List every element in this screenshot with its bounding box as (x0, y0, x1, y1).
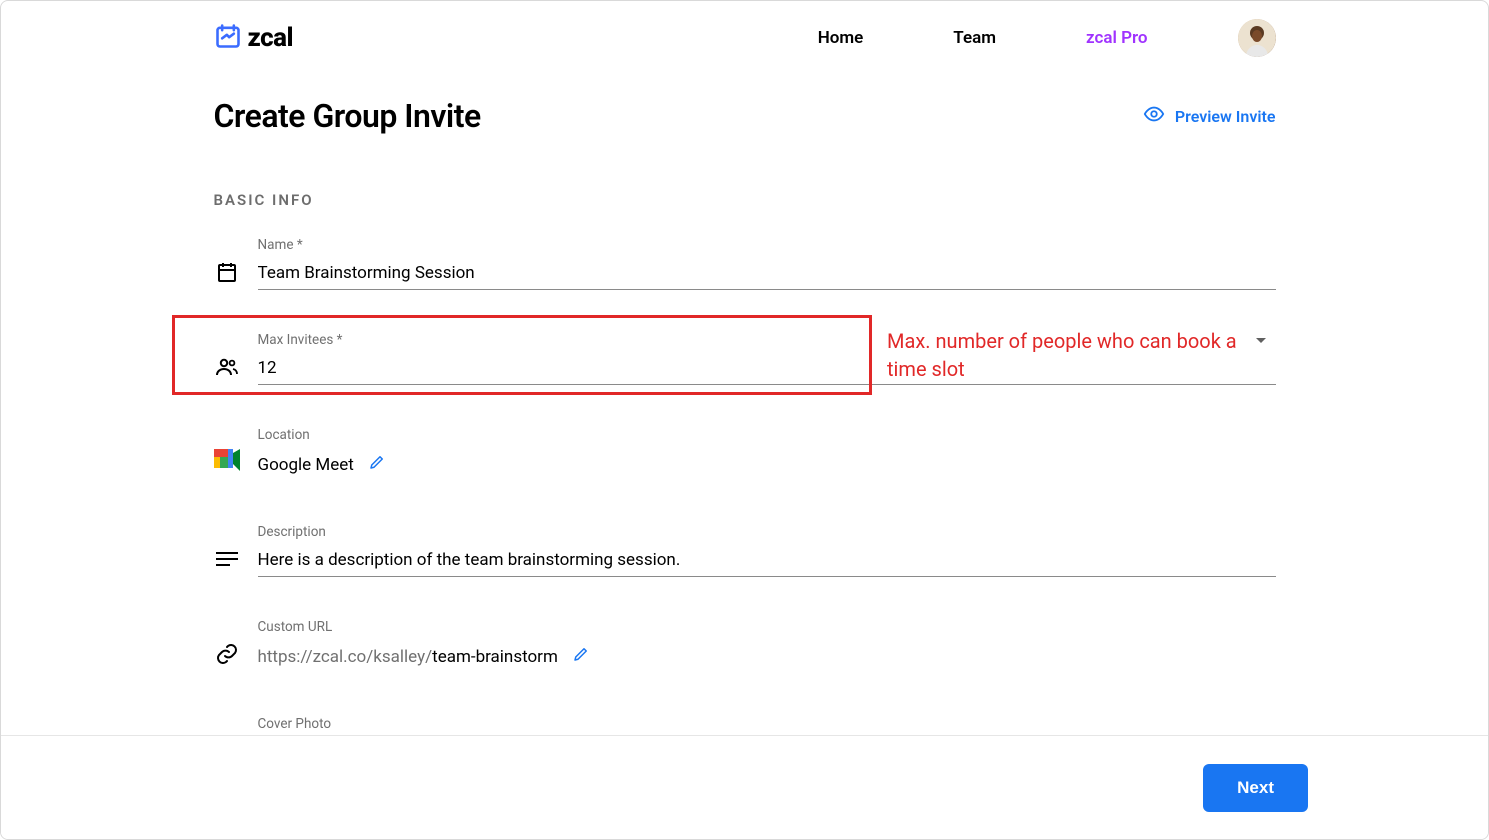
page-title: Create Group Invite (214, 97, 481, 135)
title-row: Create Group Invite Preview Invite (214, 97, 1276, 135)
edit-url-button[interactable] (572, 645, 590, 668)
row-custom-url: Custom URL https://zcal.co/ksalley/team-… (214, 619, 1276, 674)
calendar-icon (214, 259, 240, 285)
url-display: https://zcal.co/ksalley/team-brainstorm (258, 647, 558, 667)
logo[interactable]: zcal (214, 22, 294, 54)
pencil-icon (368, 453, 386, 471)
cover-photo-label: Cover Photo (258, 716, 1276, 732)
nav-pro[interactable]: zcal Pro (1086, 28, 1148, 48)
pencil-icon (572, 645, 590, 663)
custom-url-label: Custom URL (258, 619, 1276, 635)
name-label: Name * (258, 237, 1276, 253)
scroll-area[interactable]: zcal Home Team zcal Pro (1, 1, 1488, 735)
location-value: Google Meet (258, 455, 354, 475)
nav: Home Team zcal Pro (818, 19, 1276, 57)
field-description: Description (258, 524, 1276, 577)
footer-bar: Next (1, 735, 1488, 839)
description-input[interactable] (258, 546, 1276, 577)
header: zcal Home Team zcal Pro (214, 1, 1276, 97)
chevron-down-icon (1256, 338, 1266, 343)
logo-text: zcal (248, 23, 294, 53)
link-icon (214, 641, 240, 667)
name-input[interactable] (258, 259, 1276, 290)
preview-invite-link[interactable]: Preview Invite (1143, 103, 1276, 129)
preview-invite-label: Preview Invite (1175, 107, 1276, 126)
row-cover-photo: Cover Photo (214, 716, 1276, 735)
logo-icon (214, 22, 242, 54)
url-prefix: https://zcal.co/ksalley/ (258, 647, 433, 667)
row-location: Location Google Meet (214, 427, 1276, 482)
field-location: Location Google Meet (258, 427, 1276, 482)
nav-team[interactable]: Team (953, 28, 996, 48)
field-name: Name * (258, 237, 1276, 290)
next-button[interactable]: Next (1203, 764, 1308, 812)
notes-icon (214, 546, 240, 572)
app-frame: zcal Home Team zcal Pro (0, 0, 1489, 840)
avatar[interactable] (1238, 19, 1276, 57)
field-cover-photo: Cover Photo (258, 716, 1276, 735)
nav-home[interactable]: Home (818, 28, 864, 48)
eye-icon (1143, 103, 1165, 129)
people-icon (214, 354, 240, 380)
google-meet-icon (214, 447, 240, 473)
row-description: Description (214, 524, 1276, 577)
field-custom-url: Custom URL https://zcal.co/ksalley/team-… (258, 619, 1276, 674)
custom-url-value-row: https://zcal.co/ksalley/team-brainstorm (258, 641, 1276, 674)
location-value-row: Google Meet (258, 449, 1276, 482)
annotation-text: Max. number of people who can book a tim… (887, 327, 1237, 383)
url-slug: team-brainstorm (432, 647, 558, 667)
row-name: Name * (214, 237, 1276, 290)
edit-location-button[interactable] (368, 453, 386, 476)
description-label: Description (258, 524, 1276, 540)
location-label: Location (258, 427, 1276, 443)
section-basic-info: BASIC INFO (214, 191, 1276, 209)
